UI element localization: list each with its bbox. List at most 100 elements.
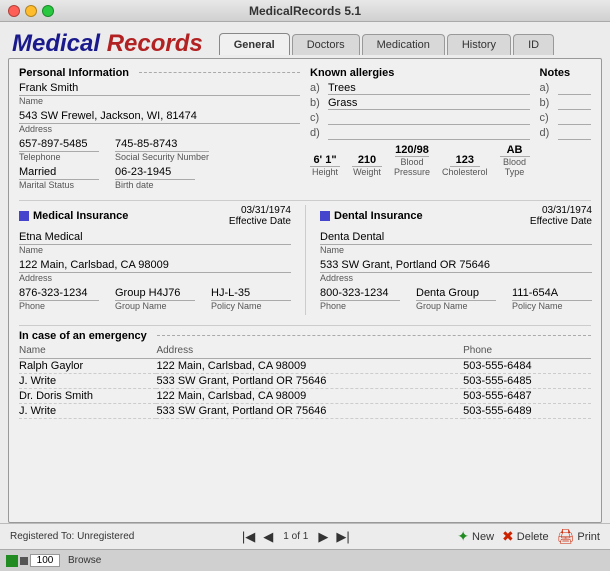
med-ins-group-value: Group H4J76 bbox=[115, 287, 195, 301]
new-button[interactable]: ✦ New bbox=[457, 528, 494, 545]
prev-page-button[interactable]: ◀ bbox=[261, 529, 275, 545]
window-controls[interactable] bbox=[8, 5, 54, 17]
personal-info-section: Personal Information Frank Smith Name 54… bbox=[19, 67, 300, 194]
tab-doctors[interactable]: Doctors bbox=[292, 34, 360, 55]
name-value: Frank Smith bbox=[19, 82, 300, 96]
den-ins-phone-value: 800-323-1234 bbox=[320, 287, 400, 301]
delete-icon: ✖ bbox=[502, 528, 514, 545]
tab-id[interactable]: ID bbox=[513, 34, 554, 55]
taskbar: 100 Browse bbox=[0, 549, 610, 571]
ssn-value: 745-85-8743 bbox=[115, 138, 209, 152]
emergency-phone-cell: 503-555-6484 bbox=[463, 359, 591, 374]
med-ins-group-field: Group H4J76 Group Name bbox=[115, 287, 195, 311]
note-item-b: b) bbox=[540, 97, 591, 110]
den-ins-name-value: Denta Dental bbox=[320, 231, 592, 245]
den-ins-policy-label: Policy Name bbox=[512, 301, 592, 311]
emergency-col-name: Name bbox=[19, 345, 156, 359]
last-page-button[interactable]: ▶| bbox=[334, 529, 351, 545]
delete-button[interactable]: ✖ Delete bbox=[502, 528, 549, 545]
height-value: 6' 1" bbox=[310, 154, 340, 167]
minimize-button[interactable] bbox=[25, 5, 37, 17]
note-d-value bbox=[558, 127, 591, 140]
emergency-address-cell: 533 SW Grant, Portland OR 75646 bbox=[156, 404, 463, 419]
tab-general[interactable]: General bbox=[219, 33, 290, 55]
print-button[interactable]: 🖨 Print bbox=[557, 528, 600, 545]
telephone-field: 657-897-5485 Telephone bbox=[19, 138, 99, 162]
table-row: J. Write533 SW Grant, Portland OR 756465… bbox=[19, 374, 591, 389]
med-ins-phone-value: 876-323-1234 bbox=[19, 287, 99, 301]
allergy-b-value: Grass bbox=[328, 97, 530, 110]
marital-label: Marital Status bbox=[19, 180, 99, 190]
telephone-label: Telephone bbox=[19, 152, 99, 162]
med-ins-policy-value: HJ-L-35 bbox=[211, 287, 291, 301]
emergency-phone-cell: 503-555-6487 bbox=[463, 389, 591, 404]
title-bar: MedicalRecords 5.1 bbox=[0, 0, 610, 22]
zoom-level[interactable]: 100 bbox=[30, 554, 60, 567]
blood-type-label: Blood Type bbox=[500, 157, 530, 177]
emergency-name-cell: J. Write bbox=[19, 404, 156, 419]
page-info: 1 of 1 bbox=[283, 531, 308, 542]
emergency-address-cell: 122 Main, Carlsbad, CA 98009 bbox=[156, 359, 463, 374]
med-ins-name-value: Etna Medical bbox=[19, 231, 291, 245]
allergy-item-a: a) Trees bbox=[310, 82, 530, 95]
emergency-col-phone: Phone bbox=[463, 345, 591, 359]
emergency-address-cell: 122 Main, Carlsbad, CA 98009 bbox=[156, 389, 463, 404]
height-vital: 6' 1" Height bbox=[310, 154, 340, 177]
medical-effective-date: 03/31/1974 Effective Date bbox=[229, 205, 291, 227]
allergy-item-b: b) Grass bbox=[310, 97, 530, 110]
name-label: Name bbox=[19, 96, 300, 106]
address-field: 543 SW Frewel, Jackson, WI, 81474 Addres… bbox=[19, 110, 300, 134]
med-ins-name-field: Etna Medical Name bbox=[19, 231, 291, 255]
vitals-row: 6' 1" Height 210 Weight 120/98 Blood Pre… bbox=[310, 144, 530, 177]
emergency-phone-cell: 503-555-6489 bbox=[463, 404, 591, 419]
tab-medication[interactable]: Medication bbox=[362, 34, 445, 55]
emergency-table: Name Address Phone Ralph Gaylor122 Main,… bbox=[19, 345, 591, 419]
den-ins-name-label: Name bbox=[320, 245, 592, 255]
med-ins-phone-label: Phone bbox=[19, 301, 99, 311]
label-dotted bbox=[139, 72, 300, 73]
allergies-label: Known allergies bbox=[310, 67, 530, 79]
emergency-col-address: Address bbox=[156, 345, 463, 359]
allergy-item-c: c) bbox=[310, 112, 530, 125]
med-ins-policy-field: HJ-L-35 Policy Name bbox=[211, 287, 291, 311]
emergency-phone-cell: 503-555-6485 bbox=[463, 374, 591, 389]
birthdate-field: 06-23-1945 Birth date bbox=[115, 166, 195, 190]
tab-history[interactable]: History bbox=[447, 34, 511, 55]
address-label: Address bbox=[19, 124, 300, 134]
next-page-button[interactable]: ▶ bbox=[316, 529, 330, 545]
den-ins-policy-field: 111-654A Policy Name bbox=[512, 287, 592, 311]
den-ins-name-field: Denta Dental Name bbox=[320, 231, 592, 255]
dental-insurance-title: Dental Insurance bbox=[334, 210, 423, 222]
medical-insurance-header: Medical Insurance 03/31/1974 Effective D… bbox=[19, 205, 291, 227]
first-page-button[interactable]: |◀ bbox=[240, 529, 257, 545]
app-title-part1: Medical bbox=[12, 30, 107, 57]
address-value: 543 SW Frewel, Jackson, WI, 81474 bbox=[19, 110, 300, 124]
personal-info-label: Personal Information bbox=[19, 67, 300, 79]
tel-ssn-row: 657-897-5485 Telephone 745-85-8743 Socia… bbox=[19, 138, 300, 166]
registered-status: Registered To: Unregistered bbox=[10, 531, 134, 542]
den-ins-group-field: Denta Group Group Name bbox=[416, 287, 496, 311]
maximize-button[interactable] bbox=[42, 5, 54, 17]
marital-field: Married Marital Status bbox=[19, 166, 99, 190]
emergency-label-dotted bbox=[157, 335, 591, 336]
weight-value: 210 bbox=[352, 154, 382, 167]
dental-insurance-icon bbox=[320, 211, 330, 221]
allergy-a-value: Trees bbox=[328, 82, 530, 95]
close-button[interactable] bbox=[8, 5, 20, 17]
med-ins-name-label: Name bbox=[19, 245, 291, 255]
medical-insurance-col: Medical Insurance 03/31/1974 Effective D… bbox=[19, 205, 291, 315]
emergency-label: In case of an emergency bbox=[19, 330, 591, 342]
med-ins-policy-label: Policy Name bbox=[211, 301, 291, 311]
name-field: Frank Smith Name bbox=[19, 82, 300, 106]
den-ins-phone-field: 800-323-1234 Phone bbox=[320, 287, 400, 311]
main-window: Medical Records General Doctors Medicati… bbox=[0, 22, 610, 571]
nav-controls[interactable]: |◀ ◀ 1 of 1 ▶ ▶| bbox=[240, 529, 352, 545]
ssn-label: Social Security Number bbox=[115, 152, 209, 162]
window-title: MedicalRecords 5.1 bbox=[249, 4, 361, 18]
notes-col: Notes a) b) c) d) bbox=[540, 67, 591, 194]
marital-birth-row: Married Marital Status 06-23-1945 Birth … bbox=[19, 166, 300, 194]
den-ins-phone-label: Phone bbox=[320, 301, 400, 311]
insurance-divider bbox=[305, 205, 306, 315]
insurance-section: Medical Insurance 03/31/1974 Effective D… bbox=[19, 200, 591, 319]
action-buttons: ✦ New ✖ Delete 🖨 Print bbox=[457, 528, 600, 545]
